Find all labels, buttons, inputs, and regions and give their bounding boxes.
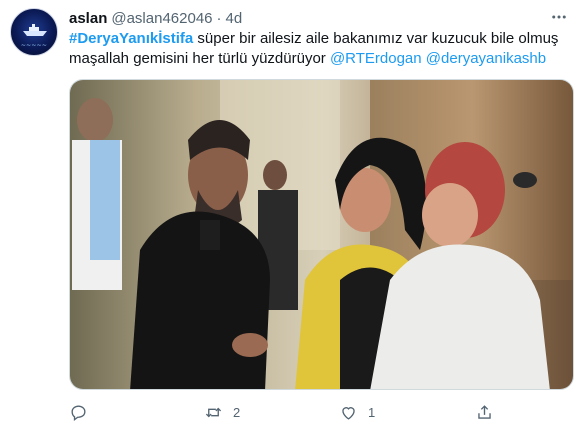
separator-dot: · bbox=[216, 9, 222, 27]
ship-icon bbox=[23, 24, 47, 36]
hashtag-link[interactable]: #DeryaYanıkİstifa bbox=[69, 30, 193, 47]
more-button[interactable] bbox=[544, 6, 574, 28]
like-button[interactable]: 1 bbox=[339, 400, 375, 424]
tweet-header: aslan @aslan462046 · 4d bbox=[69, 8, 242, 28]
tweet-text-segment: süper bir ailesiz aile bakanımız var kuz… bbox=[193, 30, 559, 47]
tweet-text-line-2: maşallah gemisini her türlü yüzdürüyor @… bbox=[69, 49, 574, 69]
timestamp[interactable]: 4d bbox=[226, 10, 243, 27]
photo-image bbox=[70, 80, 573, 389]
mention-link[interactable]: @deryayanikashb bbox=[426, 50, 546, 67]
action-bar: 2 1 bbox=[69, 400, 574, 424]
retweet-button[interactable]: 2 bbox=[204, 400, 240, 424]
mention-link[interactable]: @RTErdogan bbox=[330, 50, 422, 67]
tweet-photo[interactable] bbox=[69, 79, 574, 390]
tweet-text: #DeryaYanıkİstifa süper bir ailesiz aile… bbox=[69, 29, 574, 69]
display-name[interactable]: aslan bbox=[69, 10, 107, 27]
share-icon bbox=[478, 404, 491, 419]
tweet-text-line-1: #DeryaYanıkİstifa süper bir ailesiz aile… bbox=[69, 29, 574, 49]
like-count: 1 bbox=[368, 404, 376, 420]
tweet[interactable]: ~~~~~ aslan @aslan462046 · 4d #DeryaYanı… bbox=[0, 0, 586, 425]
retweet-icon bbox=[205, 407, 222, 417]
avatar[interactable]: ~~~~~ bbox=[10, 8, 58, 56]
share-button[interactable] bbox=[475, 400, 494, 424]
tweet-text-segment: maşallah gemisini her türlü yüzdürüyor bbox=[69, 50, 330, 67]
avatar-caption: ~~~~~ bbox=[20, 42, 48, 49]
user-handle[interactable]: @aslan462046 bbox=[111, 10, 212, 27]
heart-icon bbox=[342, 406, 355, 420]
retweet-count: 2 bbox=[233, 404, 241, 420]
reply-icon bbox=[71, 404, 86, 421]
more-horizontal-icon bbox=[552, 15, 566, 19]
reply-button[interactable] bbox=[69, 400, 98, 424]
